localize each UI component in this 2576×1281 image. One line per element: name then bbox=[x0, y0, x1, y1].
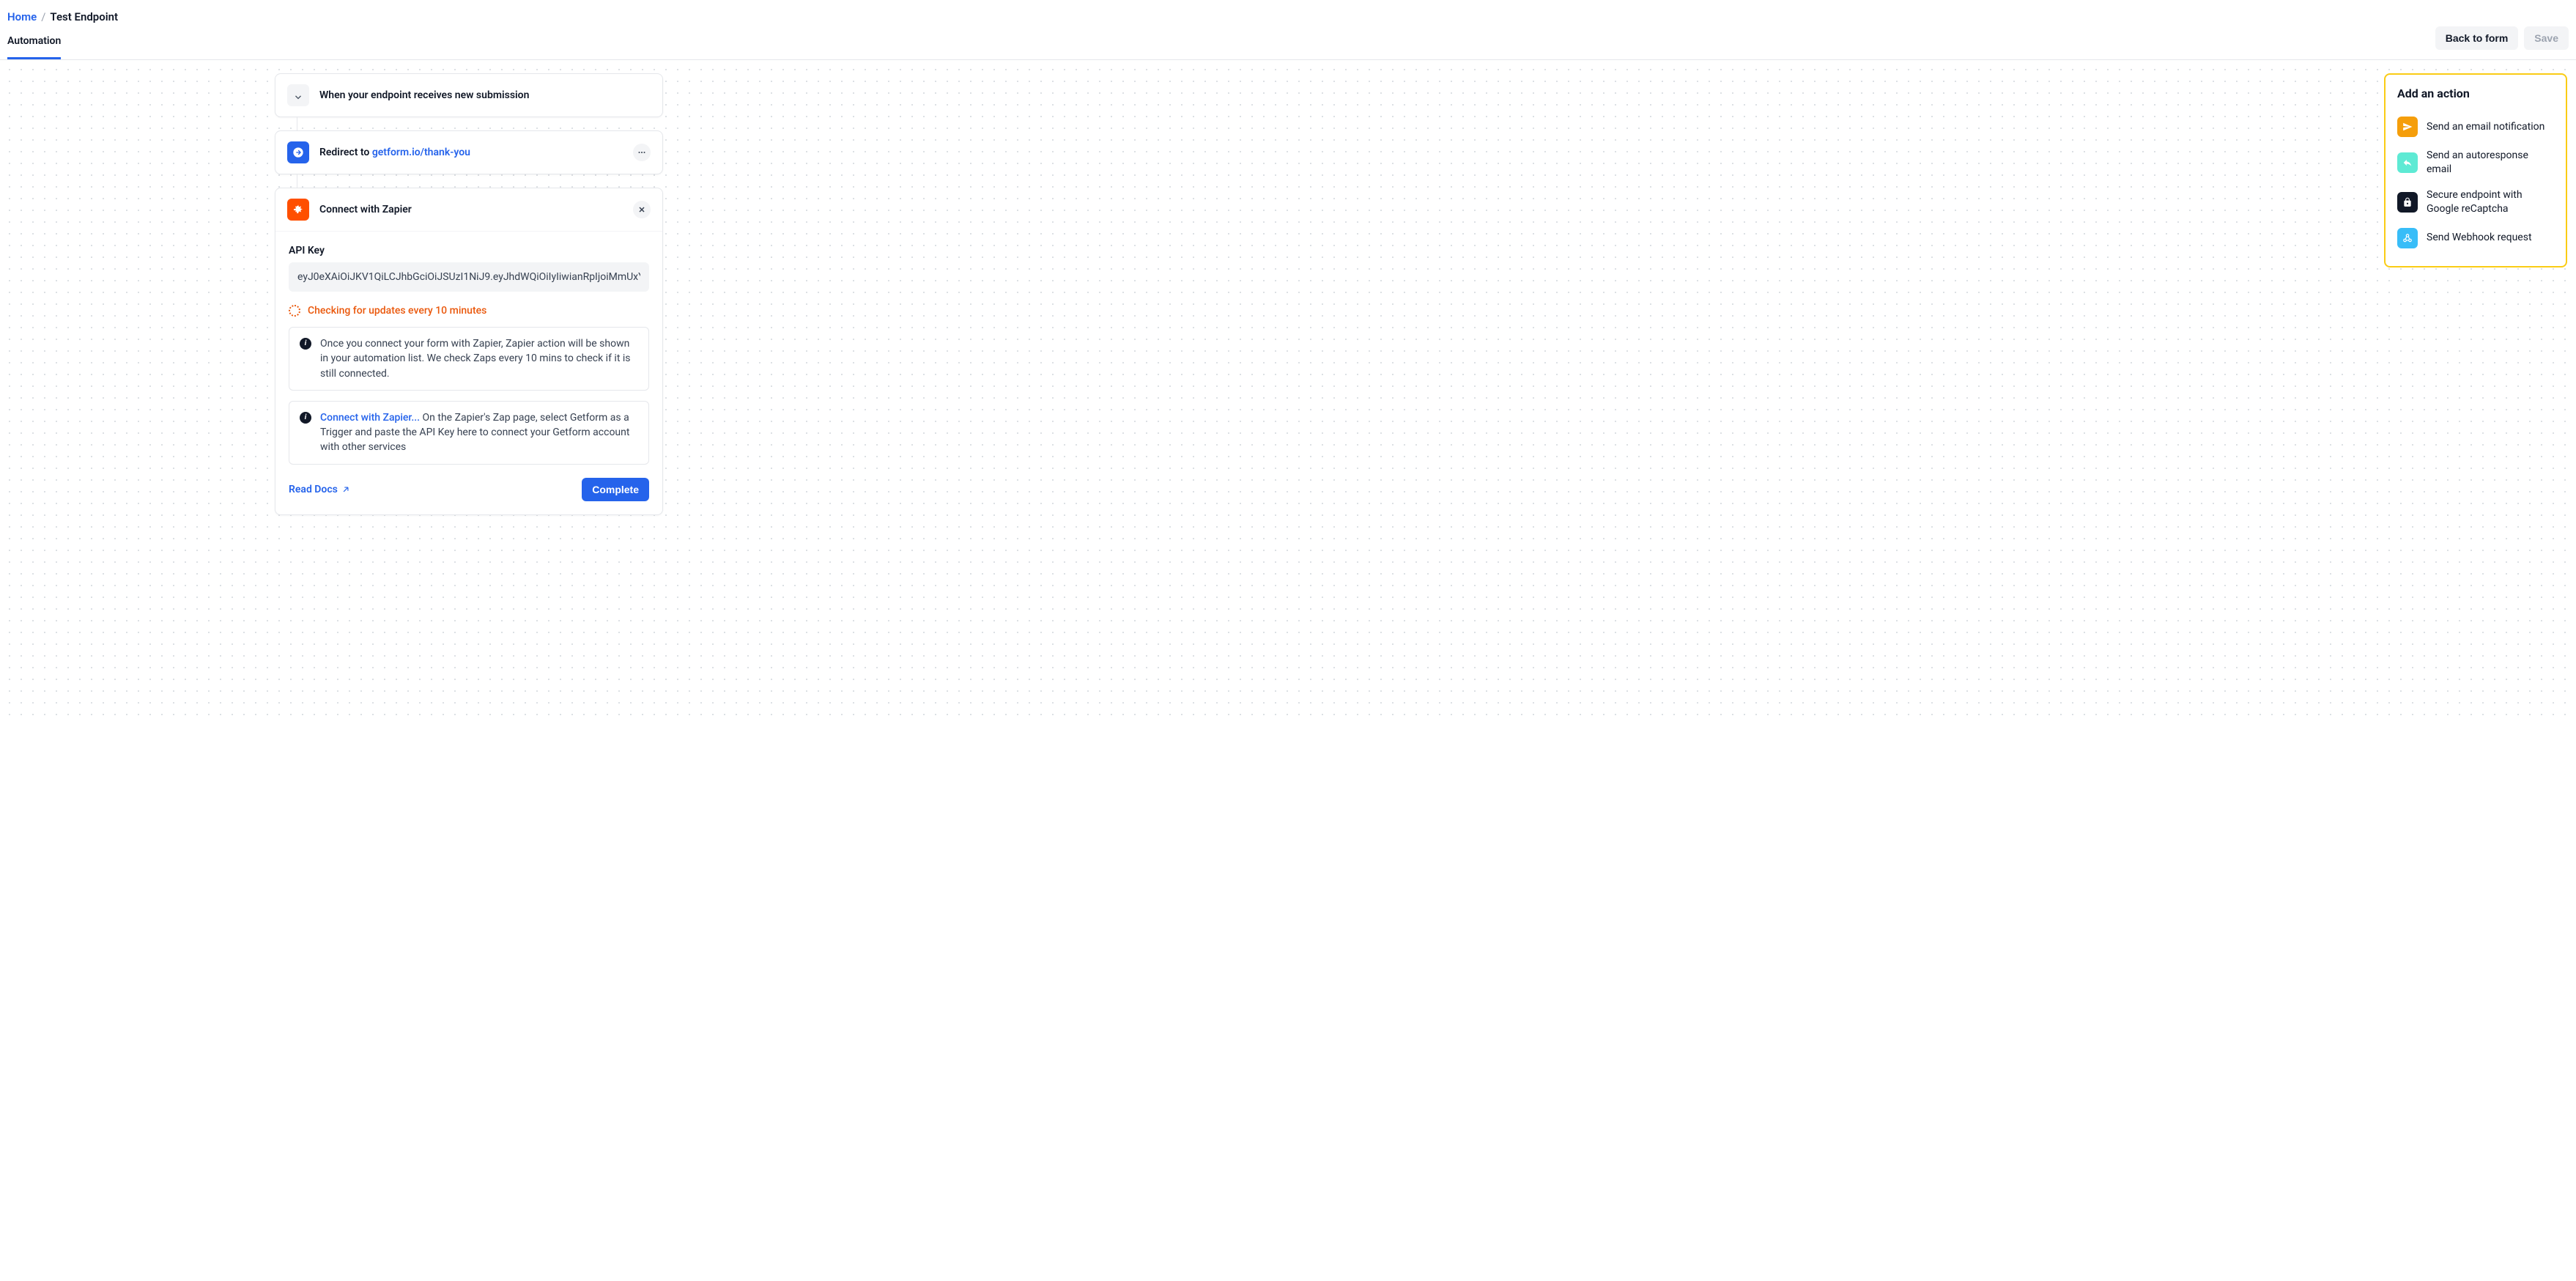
complete-button[interactable]: Complete bbox=[582, 478, 649, 501]
zapier-card: Connect with Zapier API Key Checking for… bbox=[275, 188, 663, 515]
zapier-info-1-text: Once you connect your form with Zapier, … bbox=[320, 336, 638, 381]
connect-with-zapier-link[interactable]: Connect with Zapier... bbox=[320, 412, 420, 424]
zapier-status-row: Checking for updates every 10 minutes bbox=[289, 305, 649, 317]
automation-canvas: When your endpoint receives new submissi… bbox=[0, 60, 2576, 720]
trigger-title: When your endpoint receives new submissi… bbox=[319, 89, 651, 101]
zapier-info-box-2: i Connect with Zapier... On the Zapier's… bbox=[289, 401, 649, 465]
webhook-icon bbox=[2397, 228, 2418, 248]
reply-icon bbox=[2397, 152, 2418, 173]
read-docs-link[interactable]: Read Docs bbox=[289, 484, 351, 495]
breadcrumb-separator: / bbox=[41, 10, 45, 23]
ellipsis-icon bbox=[637, 148, 646, 157]
zapier-info-2-text: Connect with Zapier... On the Zapier's Z… bbox=[320, 410, 638, 455]
action-label: Send an autoresponse email bbox=[2427, 149, 2554, 177]
breadcrumb-home-link[interactable]: Home bbox=[7, 10, 37, 23]
zapier-close-button[interactable] bbox=[633, 201, 651, 218]
tab-automation[interactable]: Automation bbox=[7, 23, 61, 59]
add-action-panel: Add an action Send an email notification… bbox=[2384, 73, 2567, 267]
send-icon bbox=[2397, 117, 2418, 137]
action-label: Send Webhook request bbox=[2427, 231, 2532, 245]
zapier-info-box-1: i Once you connect your form with Zapier… bbox=[289, 327, 649, 391]
close-icon bbox=[637, 205, 646, 214]
redirect-title: Redirect to getform.io/thank-you bbox=[319, 147, 623, 158]
breadcrumb: Home / Test Endpoint bbox=[7, 10, 2569, 23]
api-key-input[interactable] bbox=[289, 262, 649, 292]
arrow-down-icon bbox=[287, 84, 309, 106]
trigger-card: When your endpoint receives new submissi… bbox=[275, 73, 663, 117]
action-label: Send an email notification bbox=[2427, 120, 2544, 134]
zapier-card-footer: Read Docs Complete bbox=[275, 465, 662, 514]
action-webhook[interactable]: Send Webhook request bbox=[2397, 222, 2554, 254]
info-icon: i bbox=[300, 338, 311, 350]
redirect-card: Redirect to getform.io/thank-you bbox=[275, 130, 663, 174]
lock-icon bbox=[2397, 192, 2418, 213]
redirect-more-button[interactable] bbox=[633, 144, 651, 161]
tabs: Automation bbox=[7, 23, 75, 59]
zapier-body: API Key Checking for updates every 10 mi… bbox=[275, 231, 662, 465]
action-email-notification[interactable]: Send an email notification bbox=[2397, 111, 2554, 143]
zapier-icon bbox=[287, 199, 309, 221]
api-key-label: API Key bbox=[289, 245, 649, 256]
redirect-prefix: Redirect to bbox=[319, 147, 372, 158]
save-button: Save bbox=[2524, 26, 2569, 50]
header-actions: Back to form Save bbox=[2435, 26, 2569, 57]
redirect-url-link[interactable]: getform.io/thank-you bbox=[372, 147, 470, 158]
topbar: Home / Test Endpoint bbox=[0, 0, 2576, 23]
header-row: Automation Back to form Save bbox=[0, 23, 2576, 60]
info-icon: i bbox=[300, 412, 311, 424]
arrow-right-circle-icon bbox=[287, 141, 309, 163]
zapier-status-text: Checking for updates every 10 minutes bbox=[308, 305, 486, 317]
flow-column: When your endpoint receives new submissi… bbox=[275, 73, 663, 515]
action-recaptcha[interactable]: Secure endpoint with Google reCaptcha bbox=[2397, 182, 2554, 222]
action-autoresponse-email[interactable]: Send an autoresponse email bbox=[2397, 143, 2554, 182]
read-docs-label: Read Docs bbox=[289, 484, 338, 495]
add-action-title: Add an action bbox=[2397, 86, 2554, 100]
loading-spinner-icon bbox=[289, 305, 300, 317]
action-label: Secure endpoint with Google reCaptcha bbox=[2427, 188, 2554, 216]
external-link-icon bbox=[341, 484, 351, 495]
breadcrumb-current: Test Endpoint bbox=[50, 10, 118, 23]
back-to-form-button[interactable]: Back to form bbox=[2435, 26, 2519, 50]
zapier-title: Connect with Zapier bbox=[319, 204, 623, 215]
